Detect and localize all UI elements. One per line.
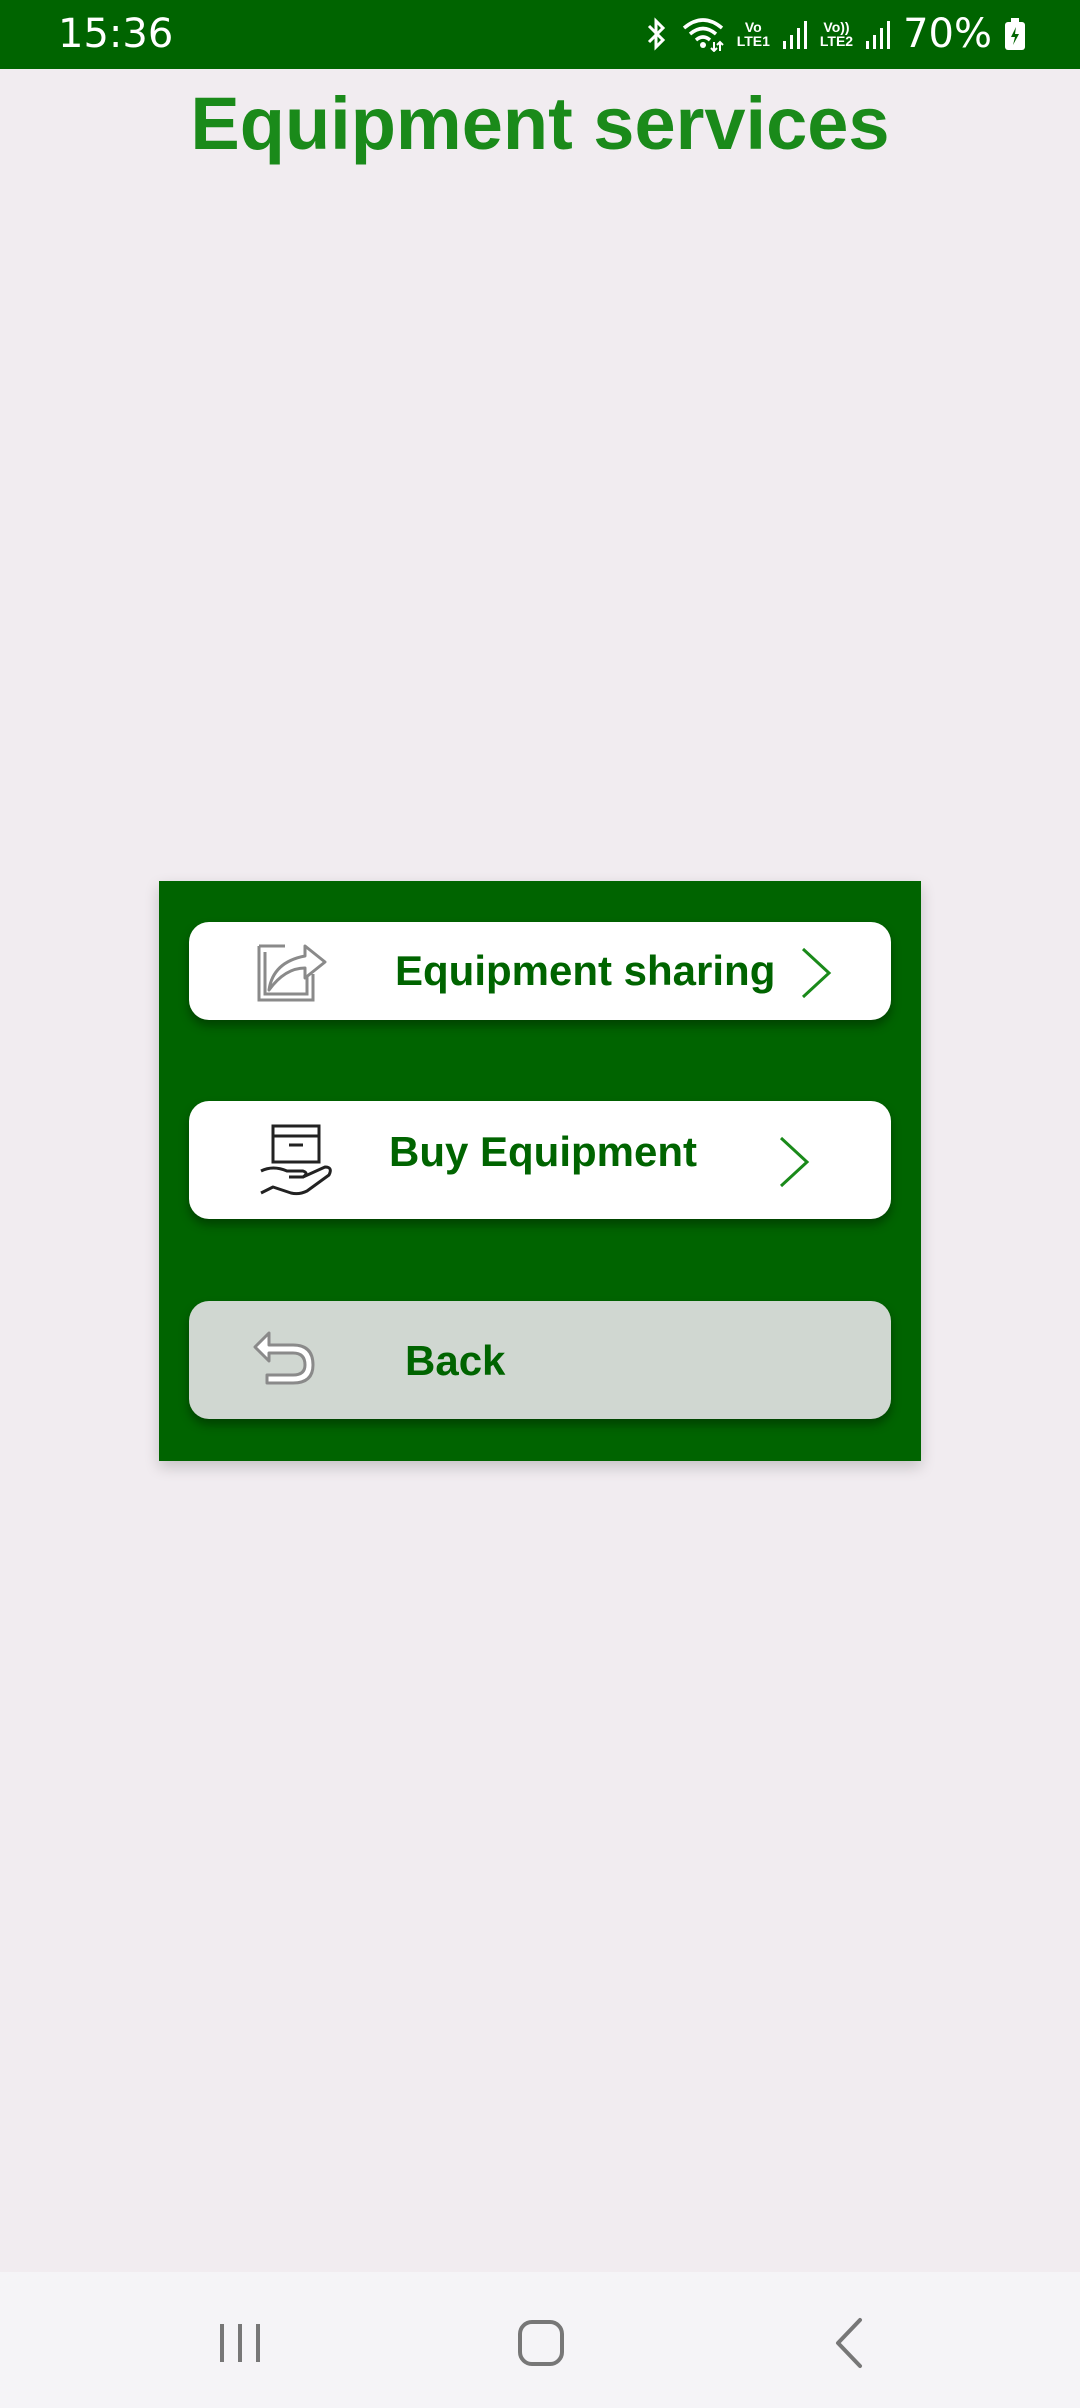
status-bar: 15:36 Vo LTE1 Vo)) LTE2 70% xyxy=(0,0,1080,69)
share-icon xyxy=(255,934,331,1009)
system-navigation-bar xyxy=(0,2272,1080,2408)
battery-percent: 70% xyxy=(903,11,992,57)
chevron-right-icon xyxy=(799,946,833,1005)
bluetooth-icon xyxy=(643,17,669,51)
lte1-top: Vo xyxy=(744,19,762,35)
equipment-sharing-label: Equipment sharing xyxy=(395,947,776,994)
home-icon[interactable] xyxy=(516,2314,568,2377)
lte1-indicator: Vo LTE1 xyxy=(737,20,770,48)
lte2-top: Vo)) xyxy=(823,19,850,35)
lte2-bottom: LTE2 xyxy=(819,33,854,49)
buy-equipment-label: Buy Equipment xyxy=(389,1128,698,1175)
chevron-right-icon xyxy=(777,1135,811,1194)
signal-icon xyxy=(782,19,808,49)
lte1-bottom: LTE1 xyxy=(736,33,770,49)
menu-panel: Equipment sharing Buy Equipment Back xyxy=(159,881,921,1461)
hand-box-icon xyxy=(259,1123,335,1204)
equipment-sharing-button[interactable]: Equipment sharing xyxy=(189,922,891,1020)
page-title: Equipment services xyxy=(190,82,890,165)
signal-icon xyxy=(865,19,891,49)
back-label: Back xyxy=(405,1337,506,1384)
wifi-icon xyxy=(681,16,725,52)
battery-icon xyxy=(1004,17,1026,51)
undo-arrow-icon xyxy=(251,1329,319,1394)
back-button[interactable]: Back xyxy=(189,1301,891,1419)
status-time: 15:36 xyxy=(58,11,174,57)
status-icons: Vo LTE1 Vo)) LTE2 70% xyxy=(643,8,1026,60)
buy-equipment-button[interactable]: Buy Equipment xyxy=(189,1101,891,1219)
recents-icon[interactable] xyxy=(214,2314,266,2377)
back-icon[interactable] xyxy=(826,2314,878,2377)
lte2-indicator: Vo)) LTE2 xyxy=(820,20,853,48)
